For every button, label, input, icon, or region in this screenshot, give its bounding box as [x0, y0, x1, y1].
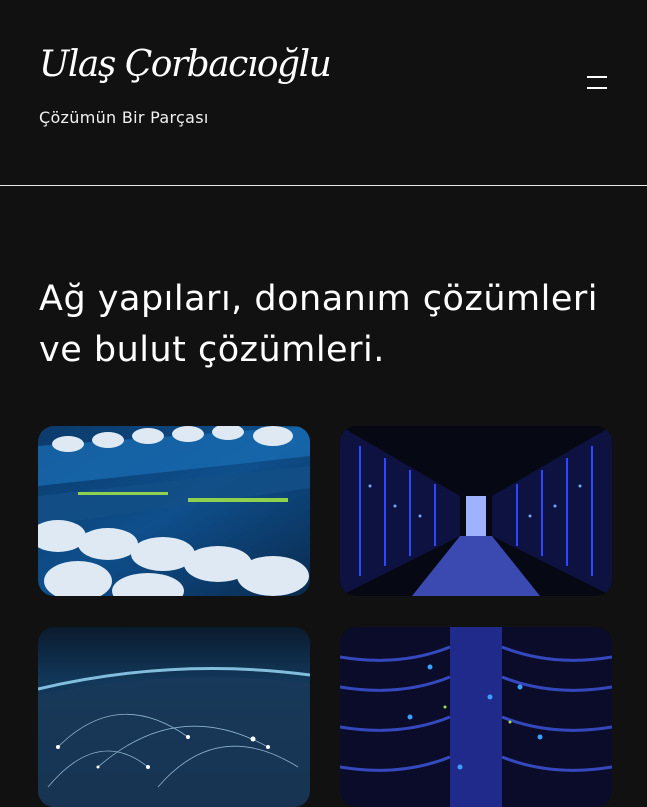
gallery-image-network-patch-panel: [38, 426, 310, 596]
gallery-image-earth-network: [38, 627, 310, 807]
hamburger-menu-icon[interactable]: [582, 70, 612, 96]
site-tagline: Çözümün Bir Parçası: [39, 108, 209, 127]
site-header: Ulaş Çorbacıoğlu Çözümün Bir Parçası: [0, 0, 647, 186]
gallery-image-data-center-corridor: [340, 426, 612, 596]
site-title-link[interactable]: Ulaş Çorbacıoğlu: [39, 44, 332, 85]
gallery-image-server-cables: [340, 627, 612, 807]
page-headline: Ağ yapıları, donanım çözümleri ve bulut …: [39, 279, 598, 370]
